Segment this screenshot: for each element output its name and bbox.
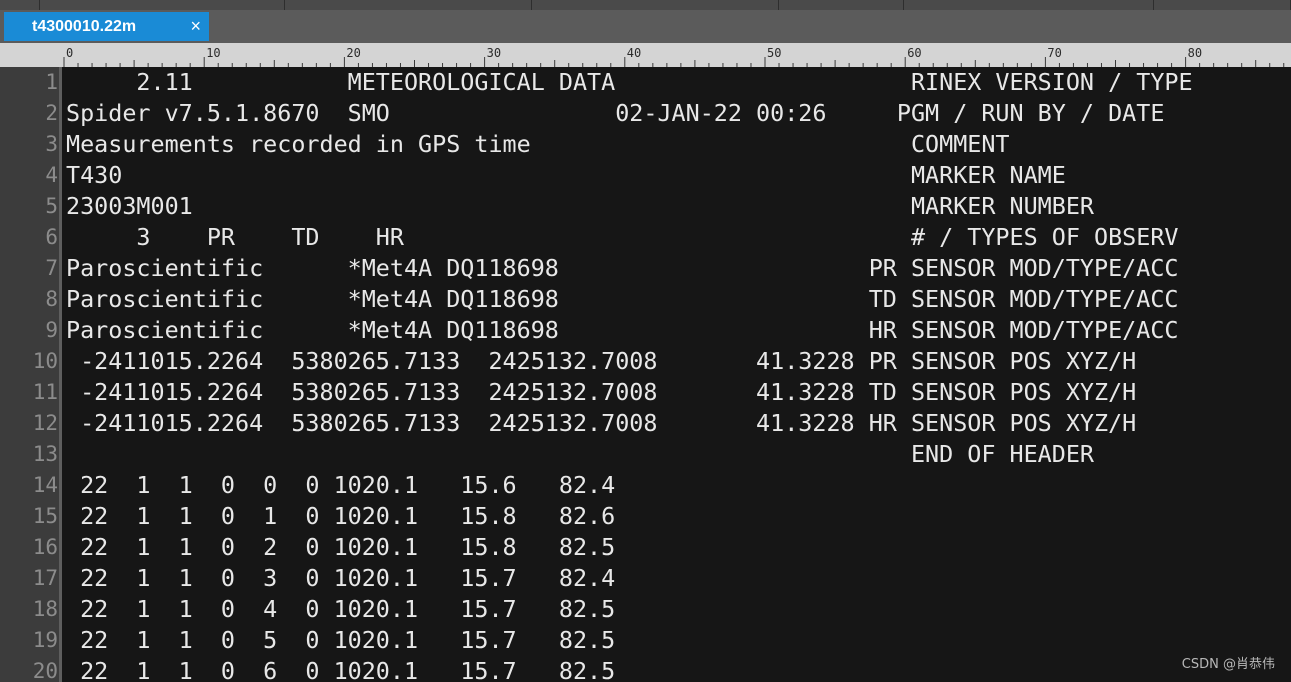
code-line[interactable]: Paroscientific *Met4A DQ118698 HR SENSOR… [66,315,1179,346]
menu-item[interactable] [904,0,1154,10]
ruler-label: 10 [206,46,220,60]
ruler-label: 30 [487,46,501,60]
tab-bar: t4300010.22m × [0,10,1291,43]
column-ruler: 0 10 20 30 40 50 60 70 80 [0,43,1291,67]
ruler-label: 60 [907,46,921,60]
code-line[interactable]: 22 1 1 0 0 0 1020.1 15.6 82.4 [66,470,615,501]
menu-item[interactable] [0,0,40,10]
menu-item[interactable] [779,0,904,10]
ruler-label: 0 [66,46,73,60]
ruler-label: 70 [1047,46,1061,60]
code-line[interactable]: 22 1 1 0 4 0 1020.1 15.7 82.5 [66,594,615,625]
code-line[interactable]: 22 1 1 0 6 0 1020.1 15.7 82.5 [66,656,615,682]
code-line[interactable]: 22 1 1 0 2 0 1020.1 15.8 82.5 [66,532,615,563]
line-number: 4 [45,163,58,187]
code-line[interactable]: -2411015.2264 5380265.7133 2425132.7008 … [66,408,1136,439]
ruler-label: 20 [346,46,360,60]
menu-bar [0,0,1291,10]
ruler-ticks: 0 10 20 30 40 50 60 70 80 [63,46,1285,67]
line-number: 7 [45,256,58,280]
line-number: 3 [45,132,58,156]
line-number: 15 [32,504,58,528]
code-line[interactable]: Measurements recorded in GPS time COMMEN… [66,129,1010,160]
code-line[interactable]: 23003M001 MARKER NUMBER [66,191,1094,222]
line-number: 18 [32,597,58,621]
line-number: 2 [45,101,58,125]
line-number: 20 [32,659,58,682]
code-line[interactable]: 22 1 1 0 5 0 1020.1 15.7 82.5 [66,625,615,656]
code-line[interactable]: Spider v7.5.1.8670 SMO 02-JAN-22 00:26 P… [66,98,1164,129]
code-line[interactable]: 22 1 1 0 1 0 1020.1 15.8 82.6 [66,501,615,532]
line-number: 16 [32,535,58,559]
tab-title: t4300010.22m [32,18,137,35]
code-line[interactable]: END OF HEADER [66,439,1094,470]
menu-item[interactable] [532,0,779,10]
watermark: CSDN @肖恭伟 [1181,657,1275,672]
code-line[interactable]: 3 PR TD HR # / TYPES OF OBSERV [66,222,1178,253]
line-number: 17 [32,566,58,590]
code-line[interactable]: 22 1 1 0 3 0 1020.1 15.7 82.4 [66,563,615,594]
code-line[interactable]: -2411015.2264 5380265.7133 2425132.7008 … [66,377,1136,408]
code-line[interactable]: Paroscientific *Met4A DQ118698 TD SENSOR… [66,284,1179,315]
code-line[interactable]: -2411015.2264 5380265.7133 2425132.7008 … [66,346,1136,377]
line-number: 11 [32,380,58,404]
code-line[interactable]: 2.11 METEOROLOGICAL DATA RINEX VERSION /… [66,67,1192,98]
line-number: 1 [45,70,58,94]
ruler-label: 80 [1188,46,1202,60]
line-number: 10 [32,349,58,373]
menu-item[interactable] [1154,0,1291,10]
line-number: 19 [32,628,58,652]
close-icon[interactable]: × [190,12,201,41]
tab-file[interactable]: t4300010.22m × [4,12,209,41]
line-number: 6 [45,225,58,249]
line-number: 12 [32,411,58,435]
ruler-label: 40 [627,46,641,60]
line-number: 14 [32,473,58,497]
line-number: 9 [45,318,58,342]
menu-item[interactable] [285,0,532,10]
editor-window: t4300010.22m × 0 10 20 30 40 50 60 70 80 CSDN @肖… [0,0,1291,682]
line-number: 5 [45,194,58,218]
code-line[interactable]: T430 MARKER NAME [66,160,1066,191]
line-number: 13 [32,442,58,466]
ruler-label: 50 [767,46,781,60]
code-line[interactable]: Paroscientific *Met4A DQ118698 PR SENSOR… [66,253,1179,284]
menu-item[interactable] [40,0,285,10]
line-number: 8 [45,287,58,311]
